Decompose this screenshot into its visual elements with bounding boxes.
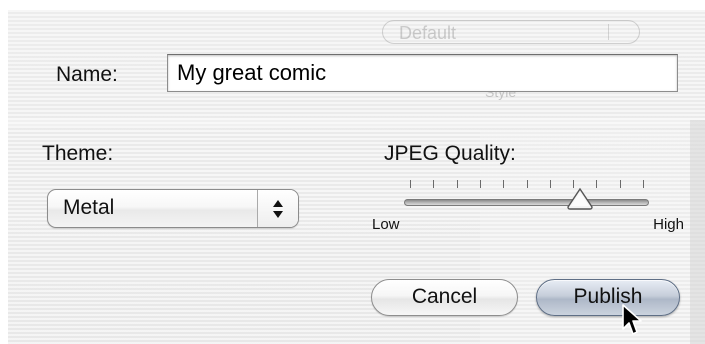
cancel-button[interactable]: Cancel bbox=[371, 279, 518, 316]
slider-tick bbox=[456, 180, 458, 188]
slider-tick bbox=[433, 180, 435, 188]
background-band bbox=[8, 118, 705, 126]
slider-max-label: High bbox=[653, 216, 684, 233]
slider-tick bbox=[643, 180, 644, 188]
slider-tick bbox=[526, 180, 528, 188]
arrow-down-icon bbox=[273, 211, 283, 218]
name-label: Name: bbox=[56, 63, 118, 86]
arrow-up-icon bbox=[273, 200, 283, 207]
jpeg-quality-label: JPEG Quality: bbox=[384, 142, 516, 165]
slider-tick bbox=[503, 180, 505, 188]
slider-tick bbox=[410, 180, 411, 188]
slider-tick bbox=[619, 180, 621, 188]
arrow-cursor-icon bbox=[622, 304, 642, 335]
name-field[interactable] bbox=[167, 54, 678, 92]
theme-popup[interactable]: Metal bbox=[47, 189, 299, 228]
jpeg-quality-slider[interactable]: Low High bbox=[370, 172, 690, 242]
slider-min-label: Low bbox=[372, 216, 400, 233]
triangle-knob-icon[interactable] bbox=[566, 187, 594, 211]
background-popup-arrow-icon bbox=[608, 24, 629, 40]
background-edge bbox=[690, 120, 705, 344]
slider-tick bbox=[596, 180, 598, 188]
slider-tick bbox=[549, 180, 551, 188]
background-popup: Default bbox=[382, 20, 640, 44]
slider-tick bbox=[479, 180, 481, 188]
theme-label: Theme: bbox=[42, 142, 114, 165]
up-down-arrows-icon bbox=[257, 190, 298, 227]
publish-button[interactable]: Publish bbox=[536, 279, 680, 316]
slider-track[interactable] bbox=[404, 199, 649, 206]
background-popup-text: Default bbox=[399, 23, 457, 43]
publish-dialog: Default Style Name: Theme: Metal JPEG Qu… bbox=[0, 0, 705, 344]
theme-popup-value: Metal bbox=[63, 196, 115, 219]
